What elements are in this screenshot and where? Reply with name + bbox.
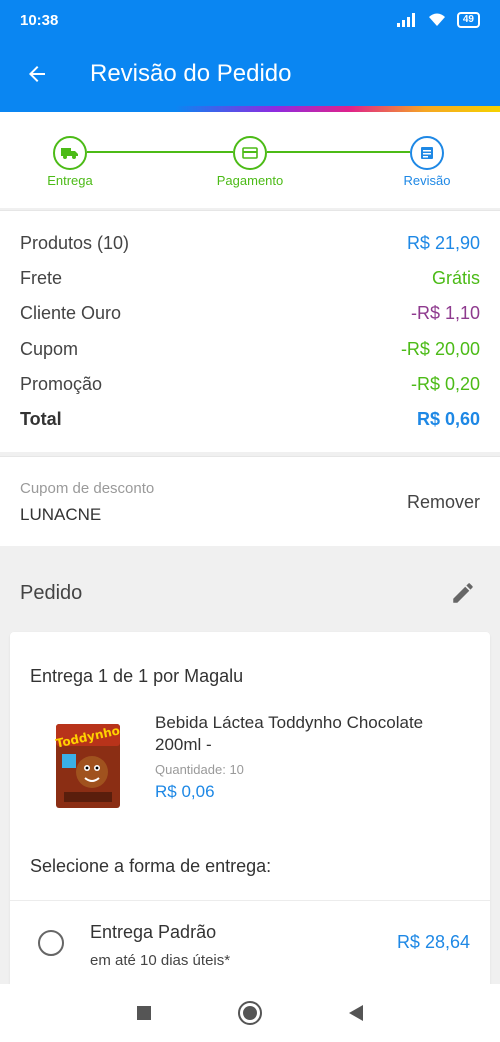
summary-row-promotion: Promoção -R$ 0,20 [20,374,480,395]
shipping-option-price: R$ 28,64 [396,932,470,952]
app-bar: 10:38 49 Revisão do Pedido [0,0,500,112]
summary-label: Cliente Ouro [20,303,122,323]
signal-icon [396,13,415,27]
summary-row-products: Produtos (10) R$ 21,90 [20,233,480,254]
step-payment[interactable] [233,136,267,170]
step-label-review: Revisão [403,173,451,188]
divider [10,900,490,901]
summary-row-gold-client: Cliente Ouro -R$ 1,10 [20,303,480,324]
credit-card-icon [242,147,258,159]
order-card: Entrega 1 de 1 por Magalu Toddynho Bebid… [10,632,490,992]
summary-value: -R$ 20,00 [400,339,480,359]
page-title: Revisão do Pedido [90,60,292,87]
order-summary: Produtos (10) R$ 21,90 Frete Grátis Clie… [0,210,500,452]
summary-label: Promoção [20,374,103,394]
product-quantity: Quantidade: 10 [155,762,244,777]
step-label-delivery: Entrega [47,173,93,188]
summary-label: Total [20,409,62,429]
summary-value: R$ 21,90 [406,233,480,253]
summary-value: -R$ 0,20 [410,374,480,394]
shipping-option-name[interactable]: Entrega Padrão [90,922,216,943]
step-delivery[interactable] [53,136,87,170]
summary-label: Cupom [20,339,79,359]
status-bar: 10:38 49 [0,0,500,40]
remove-coupon-button[interactable]: Remover [407,492,480,513]
pencil-icon[interactable] [450,580,476,606]
circle-home-icon[interactable] [236,999,264,1027]
product-price: R$ 0,06 [155,782,215,801]
coupon-section: Cupom de desconto LUNACNE Remover [0,456,500,546]
summary-value: Grátis [431,268,480,288]
coupon-code: LUNACNE [20,505,102,524]
shipping-radio[interactable] [38,930,64,956]
arrow-left-icon[interactable] [22,59,52,89]
step-review[interactable] [410,136,444,170]
document-icon [421,147,433,159]
status-time: 10:38 [20,11,59,29]
shipping-option-eta: em até 10 dias úteis* [90,952,231,969]
shipping-select-label: Selecione a forma de entrega: [30,856,272,876]
summary-label: Frete [20,268,63,288]
summary-row-coupon: Cupom -R$ 20,00 [20,339,480,360]
status-icons: 49 [396,12,480,28]
summary-total-value: R$ 0,60 [416,409,480,429]
step-connector [267,151,410,153]
coupon-caption: Cupom de desconto [20,480,155,497]
summary-value: -R$ 1,10 [410,303,480,323]
system-nav-bar [0,984,500,1042]
truck-icon [61,148,78,159]
summary-row-total: Total R$ 0,60 [20,409,480,430]
product-image[interactable]: Toddynho [54,722,122,810]
triangle-back-icon[interactable] [342,999,370,1027]
step-label-payment: Pagamento [216,173,284,188]
wifi-icon [428,13,445,26]
square-recents-icon[interactable] [130,999,158,1027]
delivery-title: Entrega 1 de 1 por Magalu [30,666,244,686]
toolbar: Revisão do Pedido [0,40,500,108]
order-title: Pedido [20,582,83,604]
step-connector [87,151,233,153]
battery-icon: 49 [456,12,480,28]
order-header: Pedido [0,546,500,630]
product-name[interactable]: Bebida Láctea Toddynho Chocolate 200ml - [155,712,455,756]
summary-label: Produtos (10) [20,233,130,253]
summary-row-shipping: Frete Grátis [20,268,480,289]
checkout-stepper: Entrega Pagamento Revisão [0,112,500,208]
